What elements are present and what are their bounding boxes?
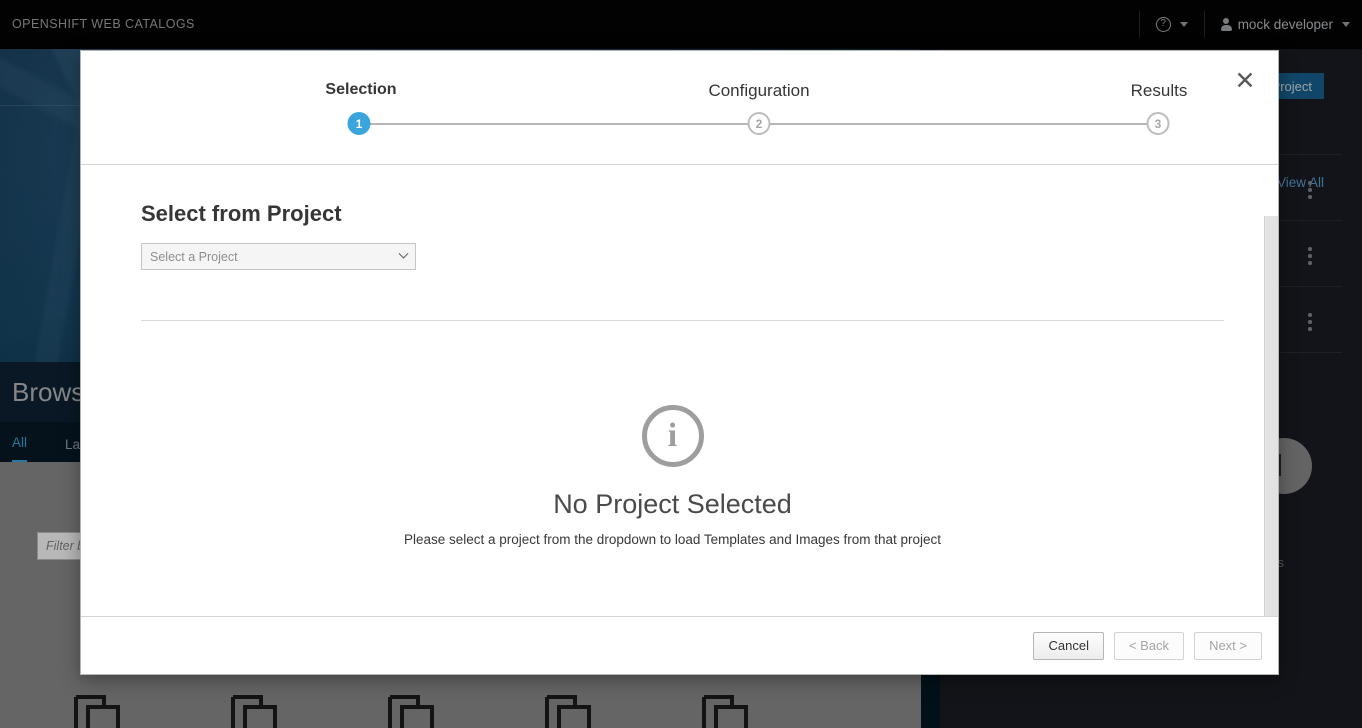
- step-dot-2[interactable]: 2: [747, 112, 771, 135]
- divider: [141, 320, 1224, 321]
- project-select-value: Select a Project: [150, 249, 238, 264]
- wizard-footer: Cancel < Back Next >: [81, 616, 1278, 674]
- cancel-button[interactable]: Cancel: [1033, 631, 1104, 660]
- step-label-selection: Selection: [325, 81, 397, 98]
- step-connector: [759, 123, 1159, 125]
- empty-state: i No Project Selected Please select a pr…: [81, 405, 1264, 547]
- step-label-results: Results: [1130, 81, 1188, 100]
- page-title: Select from Project: [141, 201, 342, 226]
- vertical-scrollbar[interactable]: [1264, 216, 1278, 616]
- chevron-down-icon: [398, 248, 409, 259]
- step-dot-3[interactable]: 3: [1146, 112, 1170, 135]
- empty-state-description: Please select a project from the dropdow…: [403, 532, 942, 547]
- scrollbar-thumb[interactable]: [1266, 216, 1278, 616]
- info-glyph: i: [667, 417, 678, 454]
- project-select[interactable]: Select a Project: [141, 243, 416, 270]
- step-label-configuration: Configuration: [708, 81, 810, 100]
- wizard-step-indicator: Selection Configuration Results 1 2 3: [81, 51, 1278, 165]
- page-root: Mic Ap Lorem ip consectetur eiusmod Brow…: [0, 0, 1362, 728]
- back-button[interactable]: < Back: [1113, 631, 1185, 660]
- empty-state-title: No Project Selected: [553, 489, 792, 519]
- wizard-modal: ✕ Selection Configuration Results 1 2 3 …: [80, 50, 1279, 675]
- wizard-body: Select from Project Select a Project i N…: [81, 165, 1278, 616]
- next-button[interactable]: Next >: [1194, 631, 1262, 660]
- step-dot-1[interactable]: 1: [347, 112, 371, 135]
- step-connector: [361, 123, 759, 125]
- info-circle-icon: i: [641, 405, 704, 467]
